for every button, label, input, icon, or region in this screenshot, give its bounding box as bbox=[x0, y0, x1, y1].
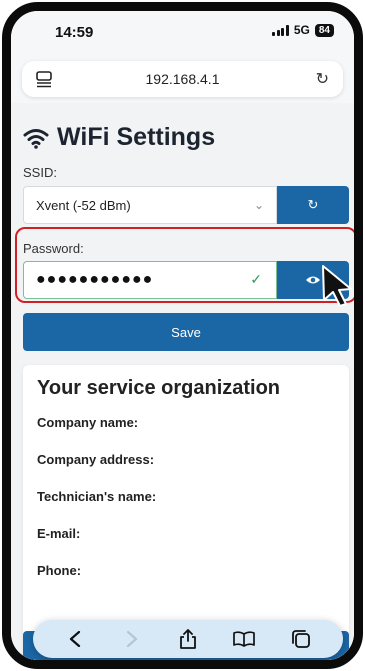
company-address-label: Company address: bbox=[37, 452, 155, 467]
password-value: ●●●●●●●●●●● bbox=[36, 271, 154, 288]
password-input[interactable]: ●●●●●●●●●●● ✓ bbox=[23, 261, 277, 299]
check-icon: ✓ bbox=[250, 271, 262, 287]
page-title: WiFi Settings bbox=[23, 123, 215, 152]
reload-icon[interactable]: ↻ bbox=[316, 69, 329, 89]
url-text[interactable]: 192.168.4.1 bbox=[146, 71, 220, 87]
technician-name-label: Technician's name: bbox=[37, 489, 157, 504]
company-name-label: Company name: bbox=[37, 415, 139, 430]
password-label: Password: bbox=[23, 241, 84, 256]
refresh-icon: ↻ bbox=[307, 197, 319, 212]
cursor-pointer-icon bbox=[322, 265, 352, 307]
ssid-value: Xvent (-52 dBm) bbox=[36, 197, 131, 213]
share-icon[interactable] bbox=[177, 628, 199, 650]
signal-icon bbox=[272, 24, 289, 36]
phone-frame: 14:59 5G 84 192.168.4.1 ↻ WiFi Settings bbox=[2, 2, 363, 669]
phone-label: Phone: bbox=[37, 563, 82, 578]
ssid-select[interactable]: Xvent (-52 dBm) ⌄ bbox=[23, 186, 277, 224]
reader-mode-icon[interactable] bbox=[36, 70, 52, 88]
status-icons: 5G 84 bbox=[272, 23, 334, 37]
forward-icon[interactable] bbox=[121, 628, 143, 650]
page-title-text: WiFi Settings bbox=[57, 123, 216, 151]
browser-toolbar bbox=[33, 620, 343, 658]
tabs-icon[interactable] bbox=[290, 628, 312, 650]
status-bar: 14:59 5G 84 bbox=[11, 11, 354, 55]
status-time: 14:59 bbox=[55, 24, 94, 41]
address-bar[interactable]: 192.168.4.1 ↻ bbox=[22, 61, 343, 97]
refresh-ssid-button[interactable]: ↻ bbox=[277, 186, 349, 224]
battery-indicator: 84 bbox=[314, 23, 334, 37]
network-type: 5G bbox=[293, 23, 310, 37]
email-label: E-mail: bbox=[37, 526, 81, 541]
bookmarks-icon[interactable] bbox=[233, 628, 256, 650]
back-icon[interactable] bbox=[64, 628, 86, 650]
ssid-label: SSID: bbox=[23, 165, 57, 180]
wifi-icon bbox=[23, 128, 49, 149]
chevron-down-icon: ⌄ bbox=[254, 198, 265, 212]
save-button[interactable]: Save bbox=[23, 313, 349, 351]
page-content: WiFi Settings SSID: Xvent (-52 dBm) ⌄ ↻ … bbox=[11, 103, 354, 660]
service-card-title: Your service organization bbox=[37, 377, 281, 399]
